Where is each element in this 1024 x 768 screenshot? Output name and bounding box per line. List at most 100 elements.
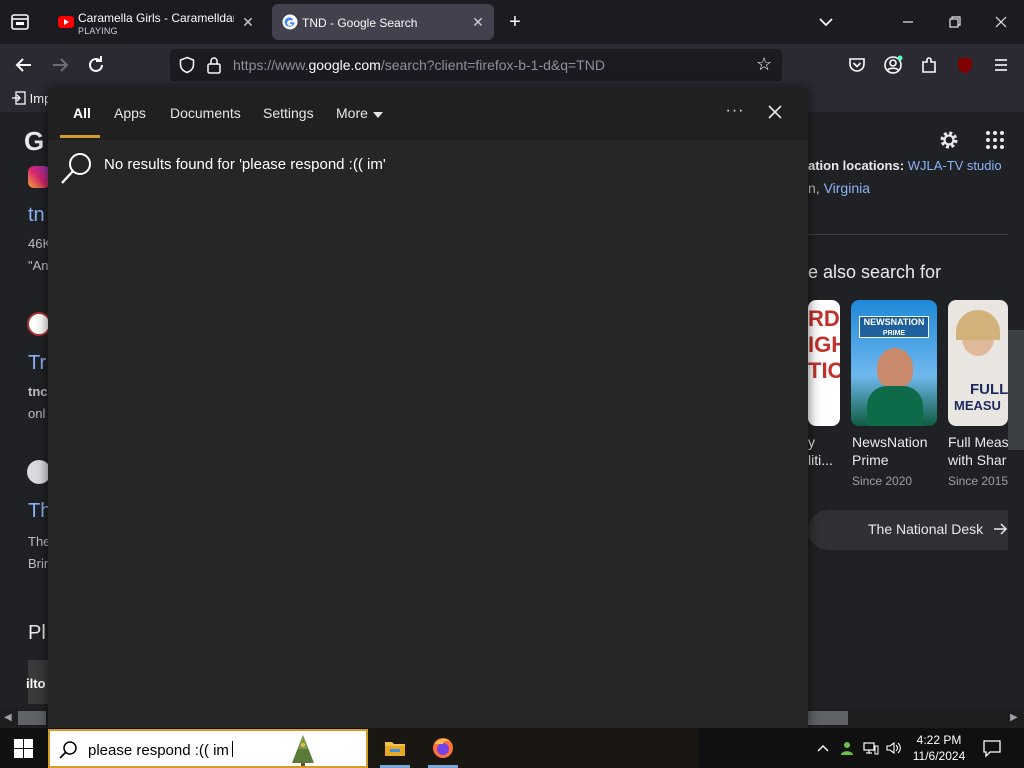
account-icon[interactable] bbox=[882, 54, 904, 76]
horizontal-scrollbar-thumb[interactable] bbox=[18, 711, 46, 725]
result-snippet-fragment: tnc bbox=[28, 384, 48, 399]
search-tab-more[interactable]: More bbox=[336, 105, 368, 121]
card-since: Since 2020 bbox=[852, 474, 913, 488]
search-tab-apps[interactable]: Apps bbox=[114, 105, 146, 121]
lock-icon[interactable] bbox=[206, 56, 222, 74]
youtube-icon bbox=[58, 16, 74, 28]
card-since: Since 2015 bbox=[948, 474, 1009, 488]
taskbar-search-box[interactable]: please respond :(( im bbox=[48, 729, 368, 768]
browser-tab-bar: Caramella Girls - Caramelldans PLAYING ✕… bbox=[0, 0, 1024, 44]
result-snippet-fragment: "An bbox=[28, 258, 49, 273]
tab-title: Caramella Girls - Caramelldans bbox=[78, 11, 234, 25]
restore-icon[interactable] bbox=[943, 10, 967, 34]
card-person-hair bbox=[956, 310, 1000, 340]
card-name-fragment[interactable]: with Shar bbox=[948, 452, 1006, 468]
close-icon[interactable] bbox=[765, 102, 785, 122]
instagram-icon bbox=[28, 166, 50, 188]
tab-title: TND - Google Search bbox=[302, 16, 418, 30]
search-panel-header: All Apps Documents Settings More ··· bbox=[48, 88, 808, 140]
windows-search-panel: All Apps Documents Settings More ··· No … bbox=[48, 88, 808, 728]
hamburger-menu-icon[interactable] bbox=[990, 54, 1012, 76]
search-magnifier-icon bbox=[61, 153, 91, 184]
file-explorer-icon[interactable] bbox=[383, 736, 407, 760]
search-tab-all[interactable]: All bbox=[73, 105, 91, 121]
card-name[interactable]: Prime bbox=[852, 452, 889, 468]
close-window-icon[interactable] bbox=[989, 10, 1013, 34]
card-name-fragment[interactable]: liti... bbox=[808, 452, 833, 468]
back-arrow-icon[interactable] bbox=[12, 53, 36, 77]
card-image-text: FULL MEASU bbox=[954, 381, 1008, 414]
tab-close-icon[interactable]: ✕ bbox=[470, 14, 486, 30]
thumbnail-text-fragment: ilto bbox=[26, 676, 46, 691]
text-caret bbox=[231, 741, 233, 757]
tab-playing-label: PLAYING bbox=[78, 26, 118, 36]
arrow-right-icon[interactable] bbox=[992, 521, 1008, 537]
pocket-icon[interactable] bbox=[846, 54, 868, 76]
card-name-fragment[interactable]: y bbox=[808, 434, 815, 450]
card-image-logo: NEWSNATION PRIME bbox=[859, 316, 929, 338]
google-icon bbox=[282, 14, 298, 30]
related-entity-card-image[interactable]: NEWSNATION PRIME bbox=[851, 300, 937, 426]
taskbar-search-input[interactable]: please respond :(( im bbox=[88, 741, 233, 759]
user-status-icon[interactable] bbox=[839, 740, 855, 756]
card-name-fragment[interactable]: Full Meas bbox=[948, 434, 1009, 450]
tab-tnd-google-search[interactable]: TND - Google Search ✕ bbox=[272, 4, 494, 40]
people-also-search-heading: e also search for bbox=[808, 262, 942, 282]
card-image-text: RDA IGH TIO bbox=[808, 306, 840, 383]
search-tab-documents[interactable]: Documents bbox=[170, 105, 241, 121]
knowledge-panel-fragment: n, Virginia bbox=[808, 180, 871, 196]
more-options-icon[interactable]: ··· bbox=[724, 100, 746, 122]
result-snippet-fragment: onl bbox=[28, 406, 46, 421]
tracking-shield-icon[interactable] bbox=[178, 56, 196, 74]
extensions-puzzle-icon[interactable] bbox=[918, 54, 940, 76]
forward-arrow-icon[interactable] bbox=[48, 53, 72, 77]
settings-gear-icon[interactable] bbox=[937, 128, 961, 152]
firefox-icon[interactable] bbox=[431, 736, 455, 760]
card-person-face bbox=[877, 348, 913, 388]
chevron-down-icon[interactable] bbox=[373, 112, 383, 118]
firefox-view-icon[interactable] bbox=[10, 12, 30, 32]
windows-start-icon[interactable] bbox=[14, 739, 33, 758]
address-bar[interactable]: https://www.google.com/search?client=fir… bbox=[170, 49, 782, 81]
search-highlight-illustration-icon[interactable] bbox=[288, 733, 318, 766]
url-text[interactable]: https://www.google.com/search?client=fir… bbox=[233, 57, 605, 73]
tab-close-icon[interactable]: ✕ bbox=[240, 14, 256, 30]
card-name[interactable]: NewsNation bbox=[852, 434, 927, 450]
active-tab-indicator bbox=[60, 135, 100, 138]
taskbar-clock[interactable]: 4:22 PM 11/6/2024 bbox=[902, 732, 976, 764]
windows-taskbar: please respond :(( im 4:22 PM 11/6/2024 bbox=[0, 728, 1024, 768]
ublock-icon[interactable] bbox=[954, 54, 976, 76]
search-tab-settings[interactable]: Settings bbox=[263, 105, 314, 121]
notification-center-icon[interactable] bbox=[982, 738, 1002, 758]
chevron-down-icon[interactable] bbox=[816, 12, 836, 32]
network-icon[interactable] bbox=[863, 740, 879, 756]
google-logo[interactable]: G bbox=[24, 126, 44, 157]
bookmark-import[interactable]: Imp bbox=[12, 91, 51, 106]
import-icon bbox=[12, 91, 26, 105]
navigation-toolbar: https://www.google.com/search?client=fir… bbox=[0, 44, 1024, 107]
chevron-up-icon[interactable] bbox=[815, 740, 831, 756]
clock-date: 11/6/2024 bbox=[912, 749, 966, 763]
scroll-right-arrow-icon[interactable]: ▶ bbox=[1010, 712, 1018, 723]
vertical-scrollbar-thumb[interactable] bbox=[1008, 330, 1024, 450]
scroll-left-arrow-icon[interactable]: ◀ bbox=[4, 712, 12, 723]
related-entity-card-image[interactable]: FULL MEASU bbox=[948, 300, 1008, 426]
card-person-body bbox=[867, 386, 923, 426]
new-tab-button[interactable]: + bbox=[504, 11, 526, 33]
reload-icon[interactable] bbox=[84, 53, 108, 77]
result-title-fragment[interactable]: tn bbox=[28, 204, 45, 227]
related-entity-card-image[interactable]: RDA IGH TIO bbox=[808, 300, 840, 426]
horizontal-scrollbar-thumb[interactable] bbox=[808, 711, 848, 725]
bookmark-star-icon[interactable]: ☆ bbox=[756, 55, 774, 73]
divider bbox=[808, 234, 1008, 235]
tab-caramella-girls[interactable]: Caramella Girls - Caramelldans PLAYING ✕ bbox=[48, 4, 264, 40]
search-icon bbox=[59, 741, 77, 759]
google-apps-grid-icon[interactable] bbox=[985, 130, 1005, 150]
clock-time: 4:22 PM bbox=[916, 733, 962, 747]
knowledge-panel-fragment: ation locations: WJLA-TV studio bbox=[808, 158, 1002, 173]
minimize-icon[interactable] bbox=[896, 10, 920, 34]
result-title-fragment[interactable]: Tr bbox=[28, 352, 46, 375]
national-desk-link[interactable]: The National Desk bbox=[868, 521, 983, 537]
volume-icon[interactable] bbox=[886, 740, 902, 756]
taskbar-background-strip bbox=[368, 728, 698, 768]
